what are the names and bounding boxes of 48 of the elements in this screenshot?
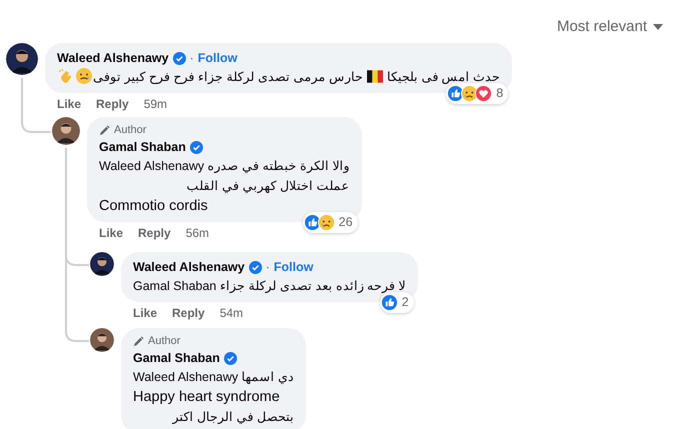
caret-icon <box>653 24 663 30</box>
author-name[interactable]: Waleed Alshenawy <box>57 49 169 67</box>
follow-link[interactable]: Follow <box>198 49 238 67</box>
reply-button[interactable]: Reply <box>138 224 171 242</box>
comment-text: لا فرحه زائده بعد تصدى لركلة جزاء Gamal Shaban <box>133 279 406 293</box>
sort-dropdown[interactable]: Most relevant <box>556 16 663 38</box>
like-button[interactable]: Like <box>133 304 158 322</box>
timestamp: 56m <box>186 225 210 242</box>
like-button[interactable]: Like <box>99 224 124 242</box>
avatar[interactable] <box>90 252 114 276</box>
author-name[interactable]: Waleed Alshenawy <box>133 258 245 276</box>
comment-text: Happy heart syndrome <box>133 389 280 405</box>
avatar[interactable] <box>6 43 38 75</box>
reactions-summary[interactable]: 26 <box>302 212 358 233</box>
timestamp: 54m <box>220 305 244 322</box>
follow-link[interactable]: Follow <box>274 258 314 276</box>
author-name[interactable]: Gamal Shaban <box>133 349 220 367</box>
reaction-count: 8 <box>496 85 504 102</box>
comment-text: بتحصل في الرجال اكتر <box>172 410 294 424</box>
reactions-summary[interactable]: 2 <box>380 292 414 313</box>
author-label: Author <box>114 123 146 138</box>
reply-button[interactable]: Reply <box>172 304 205 322</box>
comment-text: والا الكرة خبطته في صدره Waleed Alshenawy <box>99 159 350 173</box>
thread-line <box>21 78 51 133</box>
separator-dot: · <box>266 259 270 276</box>
like-button[interactable]: Like <box>57 95 82 113</box>
flag-icon <box>366 70 383 83</box>
pen-icon <box>133 336 144 347</box>
timestamp: 59m <box>144 96 168 113</box>
reply-button[interactable]: Reply <box>96 95 129 113</box>
reaction-count: 2 <box>402 294 409 312</box>
comment-text: حارس مرمى تصدى لركلة جزاء فرح فرح كبير توفى <box>93 70 363 84</box>
comment-text: حدث امس فى بلجيكا <box>386 70 500 84</box>
teary-face-icon <box>76 68 92 84</box>
separator-dot: · <box>190 50 194 67</box>
sad-reaction-icon <box>318 214 335 232</box>
pen-icon <box>99 125 110 136</box>
avatar[interactable] <box>90 328 114 352</box>
reaction-count: 26 <box>338 214 353 232</box>
author-label: Author <box>148 334 180 349</box>
love-reaction-icon <box>475 85 492 102</box>
reactions-summary[interactable]: 8 <box>446 83 508 104</box>
avatar[interactable] <box>52 117 80 145</box>
comment-text: دي اسمها Waleed Alshenawy <box>133 370 294 384</box>
comment-text: عملت اختلال كهربي في القلب <box>186 179 350 193</box>
like-reaction-icon <box>380 294 398 312</box>
author-name[interactable]: Gamal Shaban <box>99 138 186 156</box>
comment-text: Commotio cordis <box>99 198 208 214</box>
